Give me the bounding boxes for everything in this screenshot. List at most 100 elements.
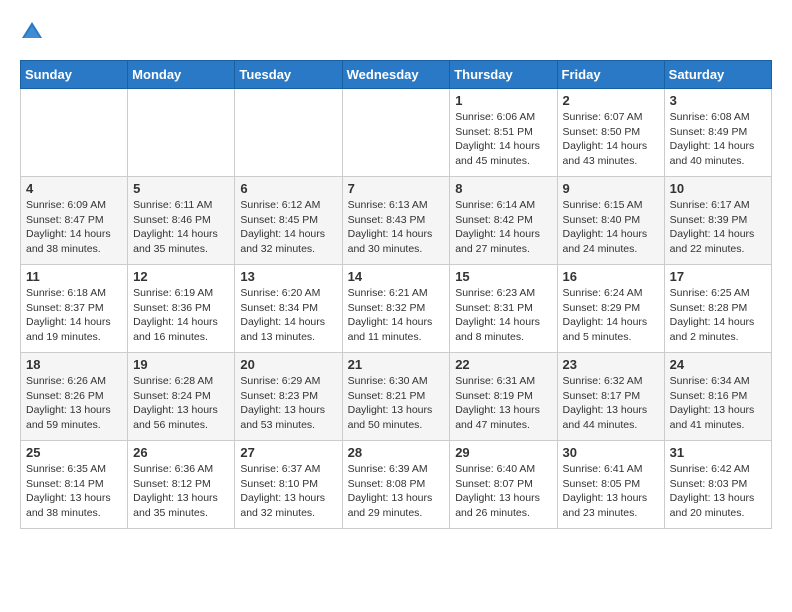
day-detail: Sunrise: 6:41 AMSunset: 8:05 PMDaylight:… [563, 462, 659, 521]
day-detail: Sunrise: 6:28 AMSunset: 8:24 PMDaylight:… [133, 374, 229, 433]
day-detail: Sunrise: 6:15 AMSunset: 8:40 PMDaylight:… [563, 198, 659, 257]
calendar-cell: 16 Sunrise: 6:24 AMSunset: 8:29 PMDayligh… [557, 265, 664, 353]
day-number: 18 [26, 357, 122, 372]
day-number: 1 [455, 93, 551, 108]
calendar-cell: 8Sunrise: 6:14 AMSunset: 8:42 PMDaylight… [450, 177, 557, 265]
calendar-cell: 24Sunrise: 6:34 AMSunset: 8:16 PMDayligh… [664, 353, 771, 441]
day-detail: Sunrise: 6:37 AMSunset: 8:10 PMDaylight:… [240, 462, 336, 521]
calendar-cell: 31Sunrise: 6:42 AMSunset: 8:03 PMDayligh… [664, 441, 771, 529]
calendar-cell: 4 Sunrise: 6:09 AMSunset: 8:47 PMDaylight… [21, 177, 128, 265]
day-number: 3 [670, 93, 766, 108]
day-detail: Sunrise: 6:20 AMSunset: 8:34 PMDaylight:… [240, 286, 336, 345]
day-detail: Sunrise: 6:25 AMSunset: 8:28 PMDaylight:… [670, 286, 766, 345]
calendar-cell: 6 Sunrise: 6:12 AMSunset: 8:45 PMDaylight… [235, 177, 342, 265]
logo [20, 20, 48, 44]
calendar-cell [21, 89, 128, 177]
day-number: 14 [348, 269, 445, 284]
header-row: SundayMondayTuesdayWednesdayThursdayFrid… [21, 61, 772, 89]
calendar-cell: 18 Sunrise: 6:26 AMSunset: 8:26 PMDayligh… [21, 353, 128, 441]
day-number: 16 [563, 269, 659, 284]
header [20, 20, 772, 44]
day-number: 30 [563, 445, 659, 460]
day-detail: Sunrise: 6:13 AMSunset: 8:43 PMDaylight:… [348, 198, 445, 257]
calendar-cell: 13 Sunrise: 6:20 AMSunset: 8:34 PMDayligh… [235, 265, 342, 353]
calendar-cell: 5Sunrise: 6:11 AMSunset: 8:46 PMDaylight… [128, 177, 235, 265]
day-number: 6 [240, 181, 336, 196]
day-number: 10 [670, 181, 766, 196]
day-detail: Sunrise: 6:08 AMSunset: 8:49 PMDaylight:… [670, 110, 766, 169]
day-number: 4 [26, 181, 122, 196]
day-detail: Sunrise: 6:17 AMSunset: 8:39 PMDaylight:… [670, 198, 766, 257]
day-detail: Sunrise: 6:12 AMSunset: 8:45 PMDaylight:… [240, 198, 336, 257]
calendar-cell: 9 Sunrise: 6:15 AMSunset: 8:40 PMDaylight… [557, 177, 664, 265]
calendar-cell: 2Sunrise: 6:07 AMSunset: 8:50 PMDaylight… [557, 89, 664, 177]
day-detail: Sunrise: 6:40 AMSunset: 8:07 PMDaylight:… [455, 462, 551, 521]
week-row-2: 4 Sunrise: 6:09 AMSunset: 8:47 PMDaylight… [21, 177, 772, 265]
day-number: 28 [348, 445, 445, 460]
day-detail: Sunrise: 6:26 AMSunset: 8:26 PMDaylight:… [26, 374, 122, 433]
week-row-3: 11Sunrise: 6:18 AMSunset: 8:37 PMDayligh… [21, 265, 772, 353]
day-detail: Sunrise: 6:30 AMSunset: 8:21 PMDaylight:… [348, 374, 445, 433]
day-detail: Sunrise: 6:21 AMSunset: 8:32 PMDaylight:… [348, 286, 445, 345]
header-day-saturday: Saturday [664, 61, 771, 89]
day-number: 12 [133, 269, 229, 284]
header-day-tuesday: Tuesday [235, 61, 342, 89]
day-number: 29 [455, 445, 551, 460]
day-detail: Sunrise: 6:36 AMSunset: 8:12 PMDaylight:… [133, 462, 229, 521]
header-day-wednesday: Wednesday [342, 61, 450, 89]
calendar-body: 1 Sunrise: 6:06 AMSunset: 8:51 PMDaylight… [21, 89, 772, 529]
week-row-4: 18 Sunrise: 6:26 AMSunset: 8:26 PMDayligh… [21, 353, 772, 441]
day-number: 19 [133, 357, 229, 372]
day-detail: Sunrise: 6:29 AMSunset: 8:23 PMDaylight:… [240, 374, 336, 433]
calendar-cell: 15 Sunrise: 6:23 AMSunset: 8:31 PMDayligh… [450, 265, 557, 353]
calendar-cell: 28 Sunrise: 6:39 AMSunset: 8:08 PMDayligh… [342, 441, 450, 529]
calendar-cell: 3 Sunrise: 6:08 AMSunset: 8:49 PMDaylight… [664, 89, 771, 177]
header-day-monday: Monday [128, 61, 235, 89]
week-row-5: 25Sunrise: 6:35 AMSunset: 8:14 PMDayligh… [21, 441, 772, 529]
calendar-cell: 20Sunrise: 6:29 AMSunset: 8:23 PMDayligh… [235, 353, 342, 441]
logo-icon [20, 20, 44, 44]
calendar-cell: 21Sunrise: 6:30 AMSunset: 8:21 PMDayligh… [342, 353, 450, 441]
calendar-cell: 26 Sunrise: 6:36 AMSunset: 8:12 PMDayligh… [128, 441, 235, 529]
day-number: 9 [563, 181, 659, 196]
day-number: 17 [670, 269, 766, 284]
calendar-cell: 19 Sunrise: 6:28 AMSunset: 8:24 PMDayligh… [128, 353, 235, 441]
calendar-cell: 12 Sunrise: 6:19 AMSunset: 8:36 PMDayligh… [128, 265, 235, 353]
calendar-cell: 10 Sunrise: 6:17 AMSunset: 8:39 PMDayligh… [664, 177, 771, 265]
day-detail: Sunrise: 6:19 AMSunset: 8:36 PMDaylight:… [133, 286, 229, 345]
calendar-cell [128, 89, 235, 177]
calendar-header: SundayMondayTuesdayWednesdayThursdayFrid… [21, 61, 772, 89]
day-detail: Sunrise: 6:39 AMSunset: 8:08 PMDaylight:… [348, 462, 445, 521]
calendar-cell: 14 Sunrise: 6:21 AMSunset: 8:32 PMDayligh… [342, 265, 450, 353]
calendar-cell: 7 Sunrise: 6:13 AMSunset: 8:43 PMDaylight… [342, 177, 450, 265]
calendar-table: SundayMondayTuesdayWednesdayThursdayFrid… [20, 60, 772, 529]
day-number: 11 [26, 269, 122, 284]
calendar-cell: 22 Sunrise: 6:31 AMSunset: 8:19 PMDayligh… [450, 353, 557, 441]
calendar-cell: 11Sunrise: 6:18 AMSunset: 8:37 PMDayligh… [21, 265, 128, 353]
day-number: 22 [455, 357, 551, 372]
day-detail: Sunrise: 6:35 AMSunset: 8:14 PMDaylight:… [26, 462, 122, 521]
day-number: 13 [240, 269, 336, 284]
header-day-thursday: Thursday [450, 61, 557, 89]
day-detail: Sunrise: 6:24 AMSunset: 8:29 PMDaylight:… [563, 286, 659, 345]
header-day-friday: Friday [557, 61, 664, 89]
day-detail: Sunrise: 6:23 AMSunset: 8:31 PMDaylight:… [455, 286, 551, 345]
header-day-sunday: Sunday [21, 61, 128, 89]
day-detail: Sunrise: 6:31 AMSunset: 8:19 PMDaylight:… [455, 374, 551, 433]
calendar-cell: 25Sunrise: 6:35 AMSunset: 8:14 PMDayligh… [21, 441, 128, 529]
day-detail: Sunrise: 6:14 AMSunset: 8:42 PMDaylight:… [455, 198, 551, 257]
week-row-1: 1 Sunrise: 6:06 AMSunset: 8:51 PMDaylight… [21, 89, 772, 177]
day-detail: Sunrise: 6:07 AMSunset: 8:50 PMDaylight:… [563, 110, 659, 169]
day-number: 5 [133, 181, 229, 196]
day-number: 26 [133, 445, 229, 460]
day-number: 7 [348, 181, 445, 196]
calendar-cell: 30 Sunrise: 6:41 AMSunset: 8:05 PMDayligh… [557, 441, 664, 529]
day-detail: Sunrise: 6:32 AMSunset: 8:17 PMDaylight:… [563, 374, 659, 433]
day-detail: Sunrise: 6:09 AMSunset: 8:47 PMDaylight:… [26, 198, 122, 257]
day-detail: Sunrise: 6:34 AMSunset: 8:16 PMDaylight:… [670, 374, 766, 433]
day-number: 23 [563, 357, 659, 372]
calendar-cell: 1 Sunrise: 6:06 AMSunset: 8:51 PMDaylight… [450, 89, 557, 177]
day-number: 15 [455, 269, 551, 284]
calendar-cell: 27Sunrise: 6:37 AMSunset: 8:10 PMDayligh… [235, 441, 342, 529]
day-detail: Sunrise: 6:06 AMSunset: 8:51 PMDaylight:… [455, 110, 551, 169]
